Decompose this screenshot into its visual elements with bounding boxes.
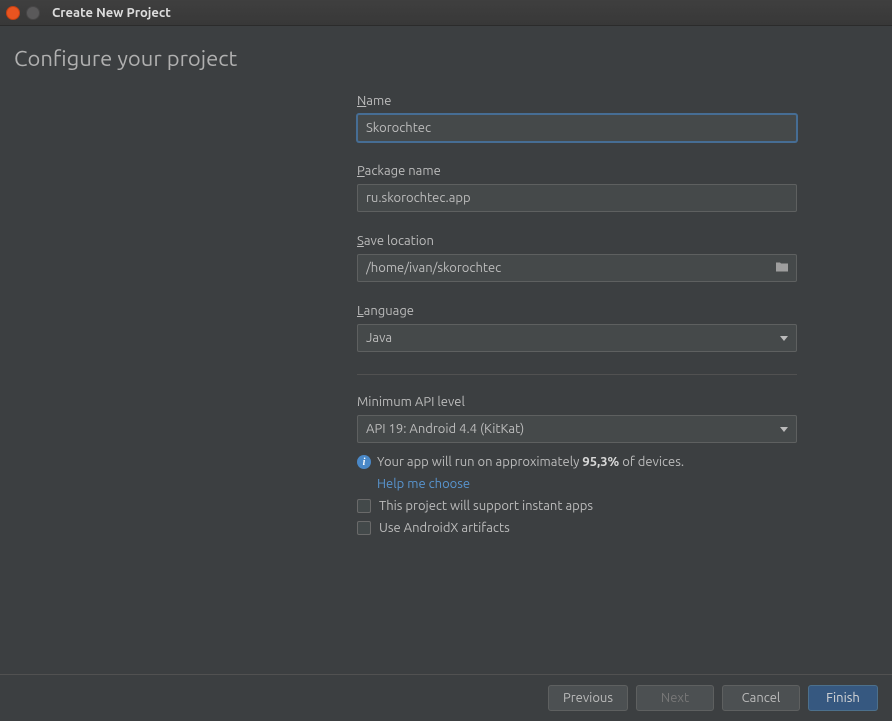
language-label: Language [357, 304, 797, 318]
window-minimize-button[interactable] [26, 6, 40, 20]
chevron-down-icon [780, 427, 788, 432]
androidx-row[interactable]: Use AndroidX artifacts [357, 521, 797, 535]
instant-apps-row[interactable]: This project will support instant apps [357, 499, 797, 513]
language-dropdown[interactable]: Java [357, 324, 797, 352]
api-info-text: Your app will run on approximately 95,3%… [377, 453, 684, 473]
configure-form: Name Package name Save location Language… [357, 94, 797, 535]
api-info-row: i Your app will run on approximately 95,… [357, 453, 797, 473]
androidx-label: Use AndroidX artifacts [379, 521, 510, 535]
help-choose-link[interactable]: Help me choose [377, 477, 470, 491]
instant-apps-checkbox[interactable] [357, 499, 371, 513]
chevron-down-icon [780, 336, 788, 341]
save-location-field-block: Save location [357, 234, 797, 282]
window-title: Create New Project [52, 6, 171, 20]
content-area: Configure your project Name Package name… [0, 26, 892, 674]
previous-button[interactable]: Previous [548, 685, 628, 711]
language-value: Java [366, 331, 392, 345]
language-field-block: Language Java [357, 304, 797, 352]
instant-apps-label: This project will support instant apps [379, 499, 593, 513]
package-input[interactable] [357, 184, 797, 212]
min-api-value: API 19: Android 4.4 (KitKat) [366, 422, 524, 436]
section-divider [357, 374, 797, 375]
cancel-button[interactable]: Cancel [722, 685, 800, 711]
package-label: Package name [357, 164, 797, 178]
dialog-footer: Previous Next Cancel Finish [0, 674, 892, 721]
page-title: Configure your project [14, 46, 878, 71]
min-api-label: Minimum API level [357, 395, 797, 409]
min-api-dropdown[interactable]: API 19: Android 4.4 (KitKat) [357, 415, 797, 443]
name-label: Name [357, 94, 797, 108]
min-api-field-block: Minimum API level API 19: Android 4.4 (K… [357, 395, 797, 491]
save-location-label: Save location [357, 234, 797, 248]
window-close-button[interactable] [6, 6, 20, 20]
name-input[interactable] [357, 114, 797, 142]
save-location-input[interactable] [357, 254, 797, 282]
next-button: Next [636, 685, 714, 711]
name-field-block: Name [357, 94, 797, 142]
androidx-checkbox[interactable] [357, 521, 371, 535]
info-icon: i [357, 455, 371, 469]
finish-button[interactable]: Finish [808, 685, 878, 711]
package-field-block: Package name [357, 164, 797, 212]
window-titlebar: Create New Project [0, 0, 892, 26]
